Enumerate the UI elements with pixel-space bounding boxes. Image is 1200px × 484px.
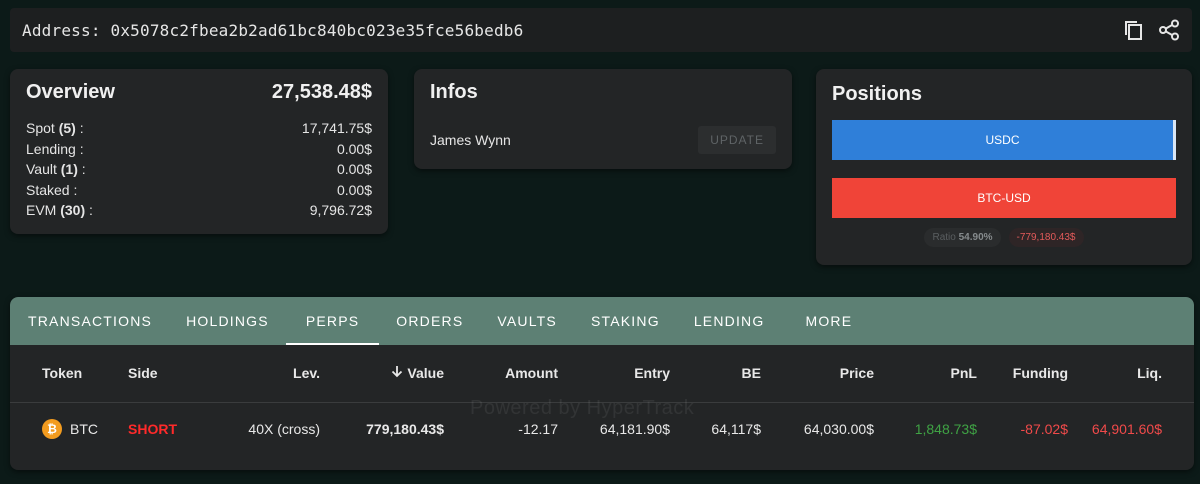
address-actions xyxy=(1122,19,1180,41)
cell-token: ₿ BTC xyxy=(10,402,128,456)
cell-liq: 64,901.60$ xyxy=(1091,421,1162,438)
wallet-address: Address: 0x5078c2fbea2b2ad61bc840bc023e3… xyxy=(22,20,524,40)
tab-orders[interactable]: ORDERS xyxy=(379,297,480,345)
cell-pnl: 1,848.73$ xyxy=(914,421,977,438)
cell-funding: -87.02$ xyxy=(1020,421,1068,438)
address-bar: Address: 0x5078c2fbea2b2ad61bc840bc023e3… xyxy=(10,8,1192,52)
overview-row-label: EVM (30) : xyxy=(26,202,93,218)
cell-entry: 64,181.90$ xyxy=(599,421,670,438)
positions-chips: Ratio 54.90% -779,180.43$ xyxy=(832,228,1176,247)
cell-lev: 40X (cross) xyxy=(248,421,320,438)
overview-title: Overview xyxy=(26,81,115,103)
infos-card: Infos James Wynn UPDATE xyxy=(414,69,792,169)
cell-value: 779,180.43$ xyxy=(366,421,444,438)
ratio-chip: Ratio 54.90% xyxy=(924,228,1001,247)
infos-title: Infos xyxy=(430,81,478,103)
col-value[interactable]: Value xyxy=(320,345,444,403)
col-pnl[interactable]: PnL xyxy=(874,345,977,403)
update-button[interactable]: UPDATE xyxy=(698,126,776,154)
col-funding[interactable]: Funding xyxy=(977,345,1068,403)
overview-total: 27,538.48$ xyxy=(271,81,372,103)
overview-row-label: Staked : xyxy=(26,181,78,198)
account-name: James Wynn xyxy=(430,132,511,148)
overview-row-value: 0.00$ xyxy=(336,181,372,198)
positions-card: Positions USDC BTC-USD Ratio 54.90% -779… xyxy=(816,69,1192,265)
sort-down-arrow-icon xyxy=(391,365,403,381)
overview-row-value: 0.00$ xyxy=(336,161,372,177)
overview-header: Overview 27,538.48$ xyxy=(26,81,372,104)
table-row[interactable]: ₿ BTC SHORT 40X (cross) 779,180.43$ -12.… xyxy=(10,402,1194,456)
positions-title: Positions xyxy=(832,83,923,105)
overview-row-evm: EVM (30) : 9,796.72$ xyxy=(26,200,372,221)
overview-row-label: Lending : xyxy=(26,140,84,157)
infos-row: James Wynn UPDATE xyxy=(430,126,776,154)
position-bar-usdc[interactable]: USDC xyxy=(832,120,1176,160)
overview-row-value: 0.00$ xyxy=(336,140,372,157)
overview-row-spot: Spot (5) : 17,741.75$ xyxy=(26,118,372,139)
token-symbol: BTC xyxy=(70,421,98,438)
overview-row-vault: Vault (1) : 0.00$ xyxy=(26,159,372,180)
overview-row-staked: Staked : 0.00$ xyxy=(26,180,372,201)
col-be[interactable]: BE xyxy=(670,345,761,403)
col-amount[interactable]: Amount xyxy=(444,345,558,403)
col-entry[interactable]: Entry xyxy=(558,345,670,403)
copy-icon[interactable] xyxy=(1122,19,1144,41)
tab-lending[interactable]: LENDING xyxy=(677,297,782,345)
cell-price: 64,030.00$ xyxy=(803,421,874,438)
col-price[interactable]: Price xyxy=(761,345,874,403)
tab-holdings[interactable]: HOLDINGS xyxy=(169,297,286,345)
cell-amount: -12.17 xyxy=(518,421,558,438)
position-bar-btc-usd[interactable]: BTC-USD xyxy=(832,178,1176,218)
overview-row-label: Spot (5) : xyxy=(26,120,84,136)
overview-row-value: 9,796.72$ xyxy=(309,202,372,218)
tab-bar: TRANSACTIONS HOLDINGS PERPS ORDERS VAULT… xyxy=(10,297,1194,345)
col-token[interactable]: Token xyxy=(10,345,128,403)
overview-row-lending: Lending : 0.00$ xyxy=(26,139,372,160)
table-header-row: Token Side Lev. Value Amount Entry BE Pr… xyxy=(10,345,1194,403)
tab-vaults[interactable]: VAULTS xyxy=(480,297,574,345)
overview-row-value: 17,741.75$ xyxy=(301,120,372,136)
tab-perps[interactable]: PERPS xyxy=(285,297,380,345)
tab-transactions[interactable]: TRANSACTIONS xyxy=(10,297,169,345)
tab-staking[interactable]: STAKING xyxy=(574,297,677,345)
cell-side: SHORT xyxy=(128,421,177,438)
perps-panel: TRANSACTIONS HOLDINGS PERPS ORDERS VAULT… xyxy=(10,297,1194,470)
col-lev[interactable]: Lev. xyxy=(224,345,320,403)
col-liq[interactable]: Liq. xyxy=(1068,345,1194,403)
overview-row-label: Vault (1) : xyxy=(26,161,86,177)
bitcoin-icon: ₿ xyxy=(42,419,62,440)
overview-card: Overview 27,538.48$ Spot (5) : 17,741.75… xyxy=(10,69,388,234)
col-side[interactable]: Side xyxy=(128,345,224,403)
tab-more[interactable]: MORE xyxy=(781,297,869,345)
cell-be: 64,117$ xyxy=(711,421,761,438)
perps-table: Token Side Lev. Value Amount Entry BE Pr… xyxy=(10,345,1194,456)
net-value-chip: -779,180.43$ xyxy=(1008,228,1084,247)
share-icon[interactable] xyxy=(1158,19,1180,41)
